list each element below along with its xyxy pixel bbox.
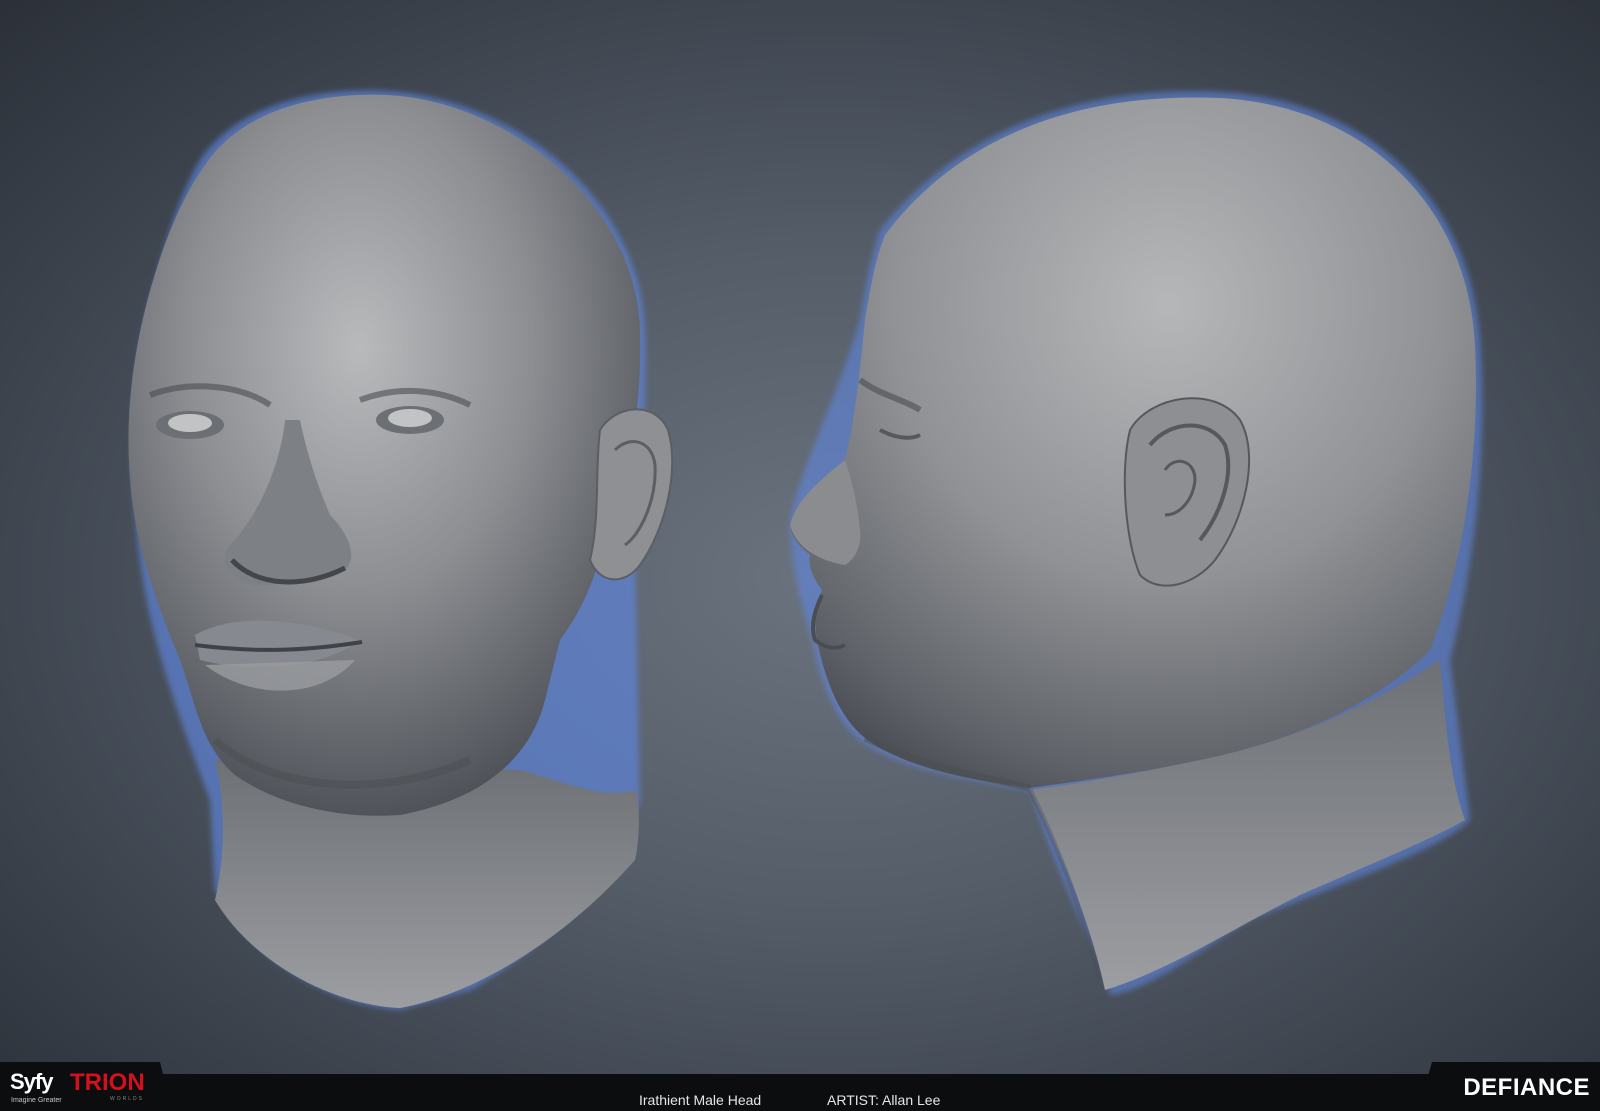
sculpt-render <box>128 90 1483 1010</box>
front-head-sculpt <box>128 90 674 1010</box>
artwork-title: Irathient Male Head <box>639 1092 762 1108</box>
defiance-logo: DEFIANCE <box>1463 1074 1590 1101</box>
artist-credit: ARTIST: Allan Lee <box>827 1092 941 1108</box>
trion-logo: TRION <box>70 1069 145 1096</box>
syfy-tagline: Imagine Greater <box>11 1097 62 1104</box>
profile-head-sculpt <box>790 91 1483 995</box>
syfy-logo: Syfy <box>10 1069 53 1094</box>
footer-bar <box>0 1074 1600 1111</box>
trion-subtitle: WORLDS <box>110 1096 144 1102</box>
render-stage <box>0 0 1600 1111</box>
